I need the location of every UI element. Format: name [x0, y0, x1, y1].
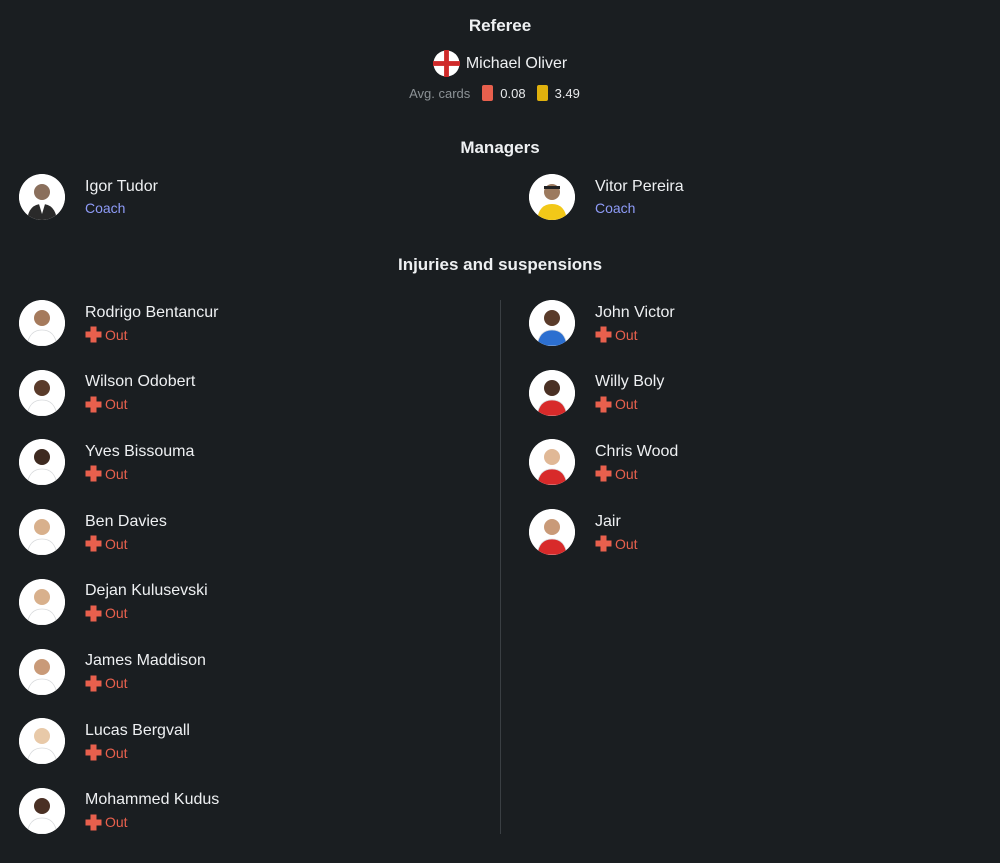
injured-player-row[interactable]: Rodrigo Bentancur Out	[19, 300, 218, 346]
medical-cross-icon	[595, 326, 612, 343]
medical-cross-icon	[595, 396, 612, 413]
medical-cross-icon	[595, 465, 612, 482]
status-label: Out	[105, 744, 128, 761]
player-name: Yves Bissouma	[85, 442, 195, 460]
avg-cards-label: Avg. cards	[409, 85, 471, 101]
injured-player-row[interactable]: Wilson Odobert Out	[19, 369, 196, 416]
referee-row: Michael Oliver	[0, 50, 1000, 77]
injury-status: Out	[595, 326, 675, 344]
status-label: Out	[105, 465, 128, 482]
player-name: Dejan Kulusevski	[85, 582, 208, 600]
player-avatar	[19, 578, 65, 625]
status-label: Out	[615, 326, 638, 343]
player-name: John Victor	[595, 303, 675, 321]
injured-player-row[interactable]: Dejan Kulusevski Out	[19, 578, 208, 625]
manager-name: Igor Tudor	[85, 178, 158, 195]
status-label: Out	[615, 465, 638, 482]
referee-avg-cards: Avg. cards 0.08 3.49	[0, 85, 1000, 101]
medical-cross-icon	[85, 465, 102, 482]
status-label: Out	[615, 396, 638, 413]
status-label: Out	[105, 605, 128, 622]
injured-player-row[interactable]: Willy Boly Out	[529, 369, 665, 416]
player-name: James Maddison	[85, 652, 206, 669]
player-name: Rodrigo Bentancur	[85, 303, 219, 321]
status-label: Out	[105, 535, 128, 552]
injured-player-row[interactable]: Yves Bissouma Out	[19, 439, 195, 486]
referee-heading: Referee	[468, 16, 532, 35]
medical-cross-icon	[85, 605, 102, 622]
player-avatar	[19, 369, 65, 416]
medical-cross-icon	[85, 396, 102, 413]
player-name: Jair	[595, 512, 621, 530]
player-name: Willy Boly	[595, 373, 665, 391]
manager-avatar	[529, 174, 575, 220]
player-avatar	[529, 509, 575, 556]
injured-player-row[interactable]: Chris Wood Out	[529, 439, 679, 486]
player-avatar	[529, 439, 575, 486]
status-label: Out	[105, 675, 128, 691]
medical-cross-icon	[85, 675, 102, 691]
referee-name[interactable]: Michael Oliver	[466, 55, 567, 73]
match-info-panel: Referee Michael Oliver Avg. cards 0.08 3…	[0, 0, 1000, 863]
medical-cross-icon	[85, 326, 102, 343]
injury-status: Out	[595, 535, 638, 553]
status-label: Out	[615, 535, 638, 552]
player-avatar	[19, 787, 65, 834]
player-name: Mohammed Kudus	[85, 791, 220, 809]
away-manager[interactable]: Vitor Pereira Coach	[529, 174, 684, 220]
player-avatar	[19, 648, 65, 695]
injury-status: Out	[595, 465, 678, 483]
injury-status: Out	[595, 395, 664, 413]
manager-role: Coach	[85, 200, 126, 216]
status-label: Out	[105, 326, 128, 343]
status-label: Out	[105, 396, 128, 413]
england-flag-icon	[432, 50, 460, 77]
injury-status: Out	[85, 326, 218, 344]
red-card-average: 0.08	[500, 85, 526, 101]
medical-cross-icon	[85, 744, 102, 761]
status-label: Out	[105, 814, 128, 831]
yellow-card-icon	[536, 85, 548, 101]
player-avatar	[529, 369, 575, 416]
medical-cross-icon	[85, 535, 102, 552]
manager-avatar	[19, 174, 65, 220]
player-name: Lucas Bergvall	[85, 721, 190, 739]
injury-status: Out	[85, 604, 208, 622]
manager-role: Coach	[595, 200, 636, 216]
yellow-card-average: 3.49	[554, 85, 580, 101]
player-avatar	[19, 300, 65, 346]
injury-status: Out	[85, 535, 167, 553]
injured-player-row[interactable]: John Victor Out	[529, 300, 675, 346]
player-avatar	[19, 439, 65, 486]
player-avatar	[19, 509, 65, 556]
medical-cross-icon	[85, 814, 102, 831]
injured-player-row[interactable]: James Maddison Out	[19, 648, 206, 695]
injured-player-row[interactable]: Lucas Bergvall Out	[19, 718, 190, 765]
player-avatar	[19, 718, 65, 765]
player-avatar	[529, 300, 575, 346]
injured-player-row[interactable]: Jair Out	[529, 509, 638, 556]
injured-player-row[interactable]: Ben Davies Out	[19, 509, 167, 556]
injuries-heading: Injuries and suspensions	[397, 255, 603, 274]
red-card-icon	[482, 85, 494, 101]
player-name: Chris Wood	[595, 442, 679, 460]
player-name: Wilson Odobert	[85, 373, 196, 391]
managers-heading: Managers	[460, 138, 540, 157]
injured-player-row[interactable]: Mohammed Kudus Out	[19, 787, 220, 834]
column-divider	[500, 300, 501, 834]
injury-status: Out	[85, 744, 190, 762]
injury-status: Out	[85, 813, 219, 831]
injury-status: Out	[85, 395, 195, 413]
player-name: Ben Davies	[85, 512, 167, 530]
medical-cross-icon	[595, 535, 612, 552]
injury-status: Out	[85, 465, 194, 483]
injury-status: Out	[85, 674, 206, 692]
home-manager[interactable]: Igor Tudor Coach	[19, 174, 158, 220]
manager-name: Vitor Pereira	[595, 178, 684, 195]
